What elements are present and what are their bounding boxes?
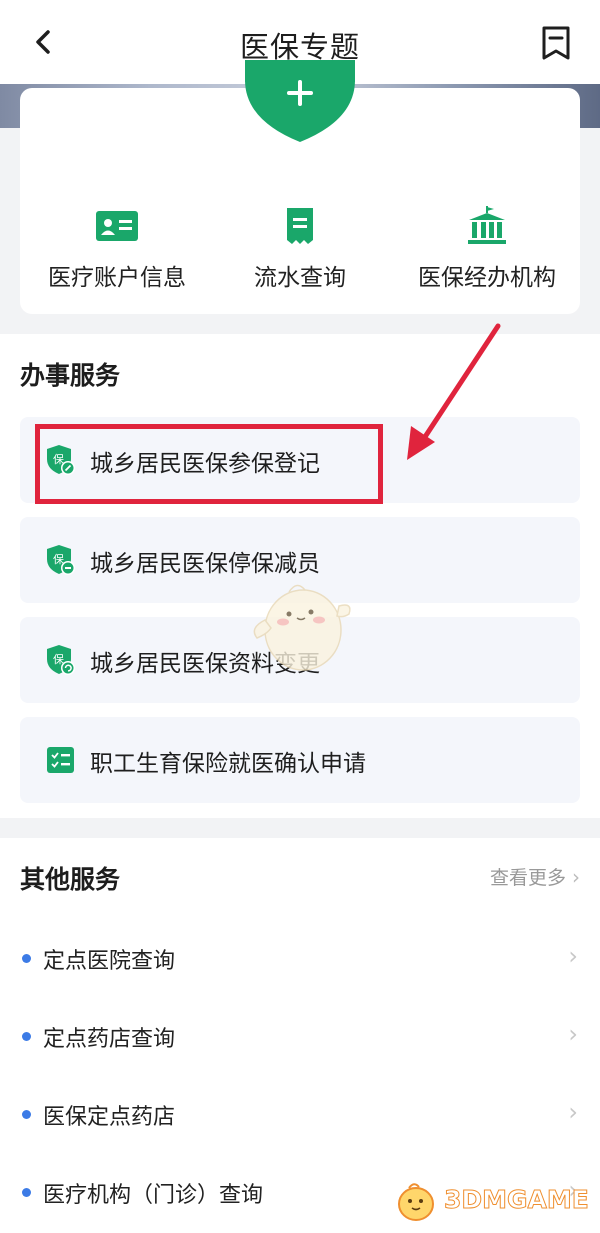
list-item-label: 定点医院查询 [43, 949, 176, 974]
checklist-icon [46, 744, 76, 776]
chevron-right-icon: › [568, 1098, 578, 1126]
annotation-arrow-icon [407, 323, 501, 460]
list-item-designated-pharmacy[interactable]: 医保定点药店 › [0, 1086, 600, 1146]
bullet-dot [22, 1110, 31, 1119]
view-more-link[interactable]: 查看更多 › [490, 863, 580, 890]
list-item-label: 医疗机构（门诊）查询 [43, 1183, 264, 1208]
watermark-text: 3DMGAME [444, 1185, 590, 1215]
watermark-logo: 3DMGAME [392, 1177, 592, 1227]
bullet-dot [22, 954, 31, 963]
quick-action-label: 医保经办机构 [418, 265, 556, 291]
list-item-pharmacy-query[interactable]: 定点药店查询 › [0, 1008, 600, 1068]
section-title: 办事服务 [20, 361, 121, 390]
quick-action-agency[interactable]: 医保经办机构 [412, 206, 562, 292]
chevron-right-icon: › [572, 865, 580, 889]
quick-action-label: 流水查询 [254, 265, 346, 291]
shield-minus-icon: 保 [46, 544, 76, 576]
section-title: 其他服务 [20, 865, 121, 894]
chevron-right-icon: › [568, 942, 578, 970]
service-item-maternity[interactable]: 职工生育保险就医确认申请 [20, 717, 580, 803]
bullet-dot [22, 1032, 31, 1041]
mascot-sticker-icon [253, 584, 351, 671]
list-item-hospital-query[interactable]: 定点医院查询 › [0, 930, 600, 990]
quick-action-transaction-query[interactable]: 流水查询 [240, 206, 360, 292]
service-item-label: 职工生育保险就医确认申请 [90, 751, 366, 777]
chevron-right-icon: › [568, 1020, 578, 1048]
bullet-dot [22, 1188, 31, 1197]
list-item-label: 医保定点药店 [43, 1105, 176, 1130]
shield-refresh-icon: 保 [46, 644, 76, 676]
view-more-label: 查看更多 [489, 867, 566, 889]
id-card-icon [95, 206, 139, 246]
quick-action-account-info[interactable]: 医疗账户信息 [42, 206, 192, 292]
annotation-highlight-box [35, 424, 383, 504]
receipt-icon [278, 206, 322, 246]
institution-icon [465, 206, 509, 246]
plus-shield-icon [245, 60, 355, 144]
list-item-label: 定点药店查询 [43, 1027, 176, 1052]
bookmark-icon[interactable] [538, 22, 574, 62]
watermark-mascot-icon [398, 1183, 434, 1221]
quick-action-label: 医疗账户信息 [48, 265, 186, 291]
other-services-section: 其他服务 查看更多 › 定点医院查询 › 定点药店查询 › 医保定点药店 › 医疗… [0, 838, 600, 1233]
